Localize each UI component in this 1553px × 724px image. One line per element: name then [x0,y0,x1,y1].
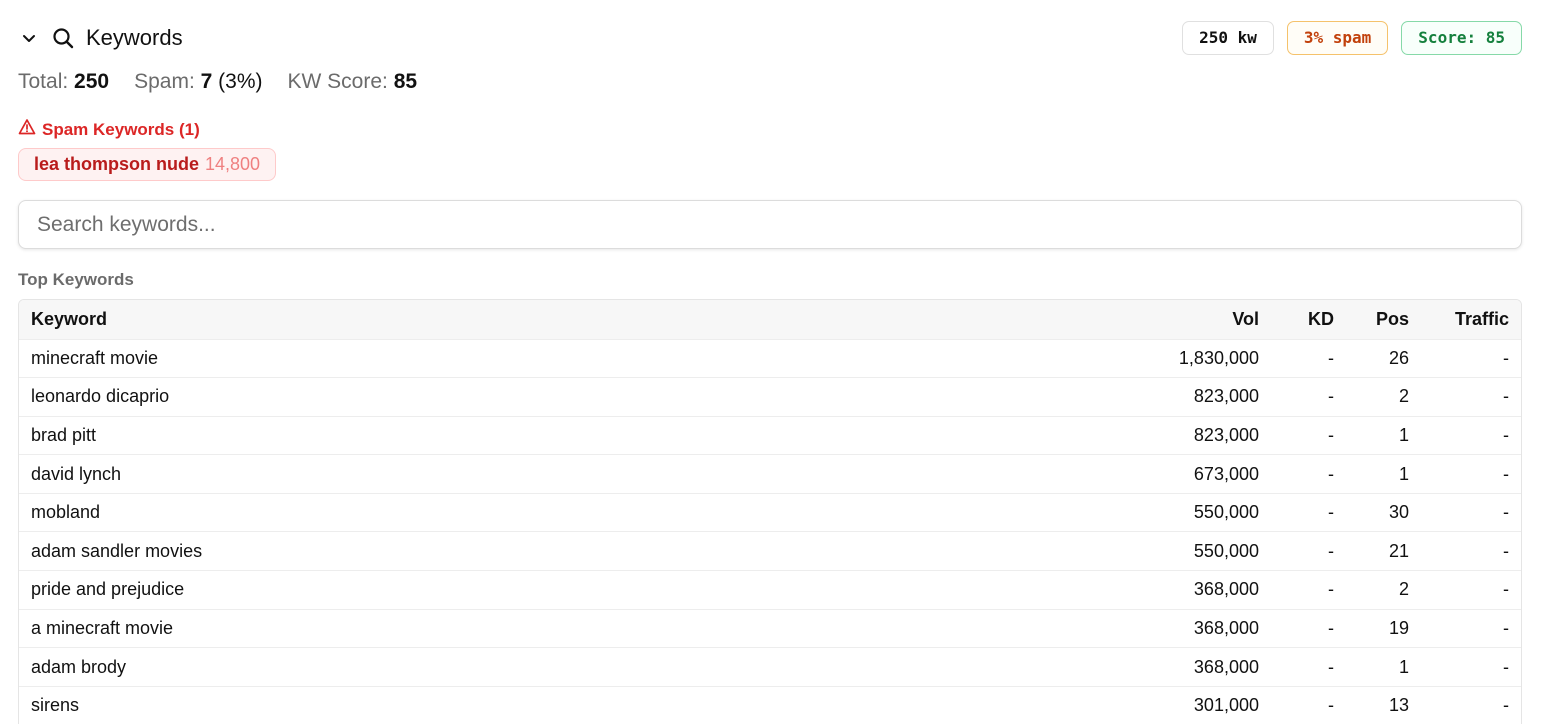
position-cell: 19 [1388,617,1409,638]
kd-cell: - [1328,502,1334,523]
chevron-down-icon[interactable] [18,27,40,49]
column-header-traffic[interactable]: Traffic [1421,300,1521,339]
table-row[interactable]: david lynch 673,000 - 1 - [19,454,1521,494]
volume-cell: 673,000 [1193,463,1259,484]
position-cell: 2 [1398,386,1409,407]
kd-cell: - [1328,656,1334,677]
spam-keyword-volume: 14,800 [205,154,261,174]
table-header-row: Keyword Vol KD Pos Traffic [19,300,1521,339]
spam-label: Spam: [134,70,195,93]
section-title: Keywords [86,25,183,50]
spam-keyword-text: lea thompson nude [34,154,200,174]
keyword-cell: sirens [31,695,80,716]
position-cell: 1 [1398,424,1409,445]
kd-cell: - [1328,424,1334,445]
keyword-cell: adam brody [31,656,127,677]
position-cell: 26 [1388,347,1409,368]
search-icon [50,25,76,51]
spam-keywords-title: Spam Keywords (1) [42,119,200,139]
table-row[interactable]: a minecraft movie 368,000 - 19 - [19,609,1521,648]
kd-cell: - [1328,463,1334,484]
keyword-search-input[interactable] [18,200,1522,249]
position-cell: 21 [1388,540,1409,561]
kd-cell: - [1328,695,1334,716]
volume-cell: 823,000 [1193,424,1259,445]
spam-percent: (3%) [218,70,263,93]
top-keywords-label: Top Keywords [18,270,134,289]
kd-cell: - [1328,579,1334,600]
traffic-cell: - [1503,656,1509,677]
total-stat: Total: 250 [18,70,109,94]
position-cell: 30 [1388,502,1409,523]
top-keywords-table: Keyword Vol KD Pos Traffic minecraft mov… [18,299,1522,724]
keyword-cell: pride and prejudice [31,579,185,600]
volume-cell: 823,000 [1193,386,1259,407]
volume-cell: 368,000 [1193,617,1259,638]
kw-score-label: KW Score: [287,70,388,93]
position-cell: 2 [1398,579,1409,600]
traffic-cell: - [1503,695,1509,716]
traffic-cell: - [1503,424,1509,445]
keyword-cell: david lynch [31,463,122,484]
total-label: Total: [18,70,69,93]
table-row[interactable]: mobland 550,000 - 30 - [19,493,1521,532]
kw-score-value: 85 [393,70,418,93]
table-row[interactable]: leonardo dicaprio 823,000 - 2 - [19,377,1521,417]
traffic-cell: - [1503,579,1509,600]
traffic-cell: - [1503,540,1509,561]
kd-cell: - [1328,386,1334,407]
table-row[interactable]: adam brody 368,000 - 1 - [19,647,1521,687]
position-cell: 13 [1388,695,1409,716]
spam-keyword-chip[interactable]: lea thompson nude 14,800 [18,148,277,181]
warning-triangle-icon [18,118,36,141]
keyword-cell: leonardo dicaprio [31,386,170,407]
keyword-cell: brad pitt [31,424,97,445]
summary-badges: 250 kw 3% spam Score: 85 [1182,21,1522,55]
table-row[interactable]: pride and prejudice 368,000 - 2 - [19,570,1521,610]
kw-score-stat: KW Score: 85 [288,70,418,94]
traffic-cell: - [1503,463,1509,484]
keyword-cell: mobland [31,502,101,523]
keywords-header: Keywords 250 kw 3% spam Score: 85 [18,20,1522,56]
table-row[interactable]: minecraft movie 1,830,000 - 26 - [19,339,1521,378]
table-row[interactable]: adam sandler movies 550,000 - 21 - [19,531,1521,571]
spam-keywords-heading: Spam Keywords (1) [18,118,200,141]
position-cell: 1 [1398,656,1409,677]
total-value: 250 [74,70,110,93]
spam-value: 7 [200,70,213,93]
keyword-cell: minecraft movie [31,347,159,368]
traffic-cell: - [1503,386,1509,407]
column-header-keyword[interactable]: Keyword [19,300,1121,339]
keyword-stats: Total: 250 Spam: 7 (3%) KW Score: 85 [18,70,417,94]
volume-cell: 550,000 [1193,502,1259,523]
volume-cell: 550,000 [1193,540,1259,561]
traffic-cell: - [1503,347,1509,368]
column-header-pos[interactable]: Pos [1346,300,1421,339]
score-badge: Score: 85 [1401,21,1522,55]
kd-cell: - [1328,617,1334,638]
table-row[interactable]: brad pitt 823,000 - 1 - [19,416,1521,455]
spam-percent-badge: 3% spam [1286,21,1389,55]
keyword-count-badge: 250 kw [1182,21,1274,55]
traffic-cell: - [1503,502,1509,523]
position-cell: 1 [1398,463,1409,484]
keyword-cell: a minecraft movie [31,617,174,638]
volume-cell: 368,000 [1193,579,1259,600]
keyword-cell: adam sandler movies [31,540,203,561]
kd-cell: - [1328,347,1334,368]
column-header-vol[interactable]: Vol [1121,300,1271,339]
table-row[interactable]: sirens 301,000 - 13 - [19,686,1521,724]
column-header-kd[interactable]: KD [1271,300,1346,339]
kd-cell: - [1328,540,1334,561]
volume-cell: 301,000 [1193,695,1259,716]
volume-cell: 368,000 [1193,656,1259,677]
traffic-cell: - [1503,617,1509,638]
spam-stat: Spam: 7 (3%) [134,70,262,94]
volume-cell: 1,830,000 [1178,347,1259,368]
